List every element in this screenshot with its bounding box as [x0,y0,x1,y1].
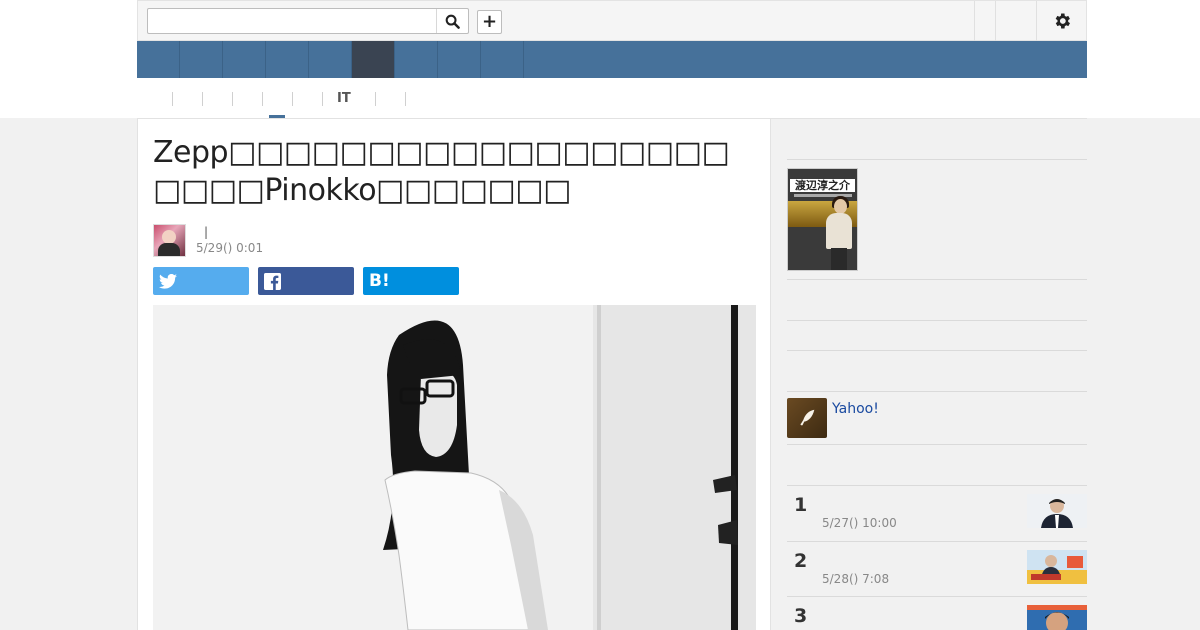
byline-separator: | [204,225,209,239]
hatena-bookmark-button[interactable]: B! [363,267,459,295]
subnav-divider [375,92,376,106]
ranking-item[interactable]: 2 5/28() 7:08 [787,542,1087,597]
nav-tab-9[interactable] [481,41,524,78]
search-button[interactable] [436,9,468,33]
ranking-item[interactable]: 1 5/27() 10:00 [787,486,1087,541]
nav-tab-2[interactable] [180,41,223,78]
subnav-item-it[interactable]: IT [337,91,351,106]
avatar-body [158,243,180,256]
book-figure-body [826,213,852,249]
sidebar-divider [787,159,1087,160]
hatena-bookmark-icon: B! [369,271,390,291]
search-box [147,8,469,34]
sidebar: 渡辺淳之介 Yahoo! 1 5/27() 10:00 2 5/28() 7:0… [787,118,1087,630]
sidebar-divider [787,391,1087,392]
yahoo-author-icon[interactable] [787,398,827,438]
rank-thumbnail [1027,494,1087,528]
rank-number: 2 [794,550,808,572]
avatar-face [162,230,176,244]
subnav-divider [172,92,173,106]
article-date: 5/29() 0:01 [196,241,264,255]
book-cover-link[interactable]: 渡辺淳之介 [787,168,858,271]
sidebar-divider [787,444,1087,445]
rank-thumbnail [1027,550,1087,584]
subnav-divider [232,92,233,106]
gear-icon[interactable] [1052,11,1072,31]
nav-tab-8[interactable] [438,41,481,78]
article-title: Zepp□□□□□□□□□□□□□□□□□□□□□□Pinokko□□□□□□□ [153,135,730,208]
book-title: 渡辺淳之介 [790,179,855,192]
toolbar-divider [974,1,975,41]
facebook-icon [264,272,281,290]
rank-number: 3 [794,605,808,627]
yahoo-link[interactable]: Yahoo! [832,401,879,417]
rank-number: 1 [794,494,808,516]
nav-tab-4[interactable] [266,41,309,78]
quill-icon [800,409,815,426]
subnav-divider [202,92,203,106]
content-top-border [137,118,1087,119]
nav-tab-6[interactable] [352,41,395,78]
toolbar-divider [1036,1,1037,41]
subnav-divider [405,92,406,106]
ranking-item[interactable]: 3 [787,597,1087,630]
article-photo [153,305,756,630]
search-input[interactable] [148,9,434,33]
add-button[interactable]: + [477,10,502,34]
twitter-icon [159,273,177,289]
plus-icon: + [481,11,498,32]
rank-thumbnail [1027,605,1087,630]
book-figure-head [834,199,847,214]
top-toolbar: + [137,0,1087,41]
sidebar-divider [787,320,1087,321]
article-photo-image [153,305,756,630]
article-main: Zepp□□□□□□□□□□□□□□□□□□□□□□Pinokko□□□□□□□… [137,118,771,630]
sidebar-divider [787,350,1087,351]
category-nav [137,41,1087,78]
rank-date: 5/28() 7:08 [822,572,890,586]
nav-tab-7[interactable] [395,41,438,78]
book-figure-legs [831,248,847,270]
toolbar-divider [995,1,996,41]
twitter-share-button[interactable] [153,267,249,295]
nav-tab-5[interactable] [309,41,352,78]
sidebar-divider [787,279,1087,280]
subnav-divider [292,92,293,106]
nav-tab-3[interactable] [223,41,266,78]
search-icon [445,14,460,29]
subnav-divider [262,92,263,106]
author-avatar[interactable] [153,224,186,257]
subnav-divider [322,92,323,106]
facebook-share-button[interactable] [258,267,354,295]
rank-date: 5/27() 10:00 [822,516,897,530]
nav-tab-1[interactable] [137,41,180,78]
